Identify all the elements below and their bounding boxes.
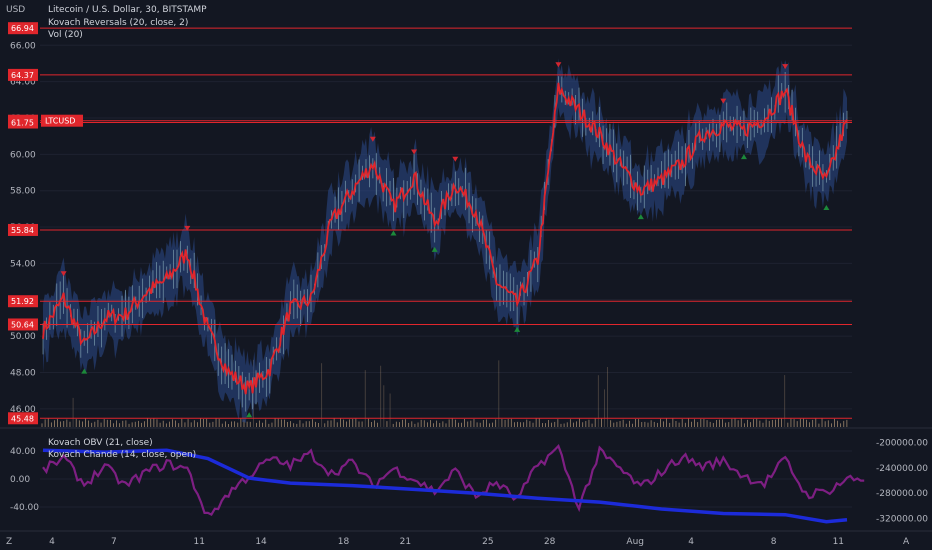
auto-scale-button[interactable]: A — [903, 537, 910, 547]
x-tick-label: 4 — [688, 537, 694, 547]
buy-marker — [514, 326, 521, 332]
level-badge-label: 55.84 — [11, 226, 34, 235]
x-tick-label: 14 — [255, 537, 267, 547]
x-tick-label: 11 — [833, 537, 844, 547]
indicator-left-tick: 0.00 — [10, 475, 30, 485]
chart-root: 40.00 0.00 -40.00 -200000.00 -240000.00 -2800… — [0, 0, 932, 550]
buy-marker — [740, 154, 747, 160]
buy-marker — [390, 230, 397, 236]
x-tick-label: Aug — [626, 537, 644, 547]
indicator-right-tick: -200000.00 — [876, 439, 928, 449]
level-lines — [40, 27, 852, 419]
sell-marker — [555, 62, 562, 68]
x-tick-label: 11 — [193, 537, 204, 547]
legend-kovach-chande[interactable]: Kovach Chande (14, close, open) — [48, 450, 196, 460]
sell-marker — [452, 156, 459, 162]
y-tick-label: 50.00 — [10, 332, 36, 342]
price-chart[interactable]: 40.00 0.00 -40.00 -200000.00 -240000.00 -2800… — [0, 0, 932, 550]
time-axis[interactable]: 4 7 11 14 18 21 25 28 Aug 4 8 11 — [49, 537, 844, 547]
symbol-badge-label: LTCUSD — [45, 117, 75, 126]
x-tick-label: 25 — [482, 537, 493, 547]
x-tick-label: 4 — [49, 537, 55, 547]
level-badge-label: 50.64 — [11, 320, 34, 329]
auto-zoom-icon[interactable]: Z — [6, 537, 12, 547]
usd-label: USD — [6, 5, 25, 15]
level-badge-label: 61.75 — [11, 119, 34, 128]
y-tick-label: 48.00 — [10, 368, 36, 378]
indicator-right-tick: -280000.00 — [876, 489, 928, 499]
buy-marker — [637, 214, 644, 220]
level-badge-label: 51.92 — [11, 297, 34, 306]
level-badge-label: 66.94 — [11, 24, 34, 33]
volume-bars — [41, 359, 848, 427]
level-badge-label: 45.48 — [11, 414, 34, 423]
y-tick-label: 58.00 — [10, 187, 36, 197]
indicator-left-tick: -40.00 — [10, 503, 39, 513]
chart-title: Litecoin / U.S. Dollar, 30, BITSTAMP — [48, 5, 207, 15]
y-tick-label: 60.00 — [10, 150, 36, 160]
buy-marker — [823, 205, 830, 211]
indicator-right-tick: -240000.00 — [876, 464, 928, 474]
legend-kovach-reversals[interactable]: Kovach Reversals (20, close, 2) — [48, 18, 188, 28]
indicator-left-tick: 40.00 — [10, 447, 36, 457]
level-badge-label: 64.37 — [11, 71, 34, 80]
x-tick-label: 18 — [338, 537, 350, 547]
y-tick-label: 66.00 — [10, 41, 36, 51]
price-axis[interactable]: 46.0048.0050.0052.0054.0056.0058.0060.00… — [8, 22, 83, 425]
x-tick-label: 7 — [111, 537, 117, 547]
y-tick-label: 54.00 — [10, 259, 36, 269]
x-tick-label: 28 — [544, 537, 556, 547]
indicator-right-tick: -320000.00 — [876, 515, 928, 525]
x-tick-label: 8 — [771, 537, 777, 547]
x-tick-label: 21 — [400, 537, 411, 547]
legend-volume[interactable]: Vol (20) — [48, 30, 83, 40]
legend-kovach-obv[interactable]: Kovach OBV (21, close) — [48, 438, 153, 448]
